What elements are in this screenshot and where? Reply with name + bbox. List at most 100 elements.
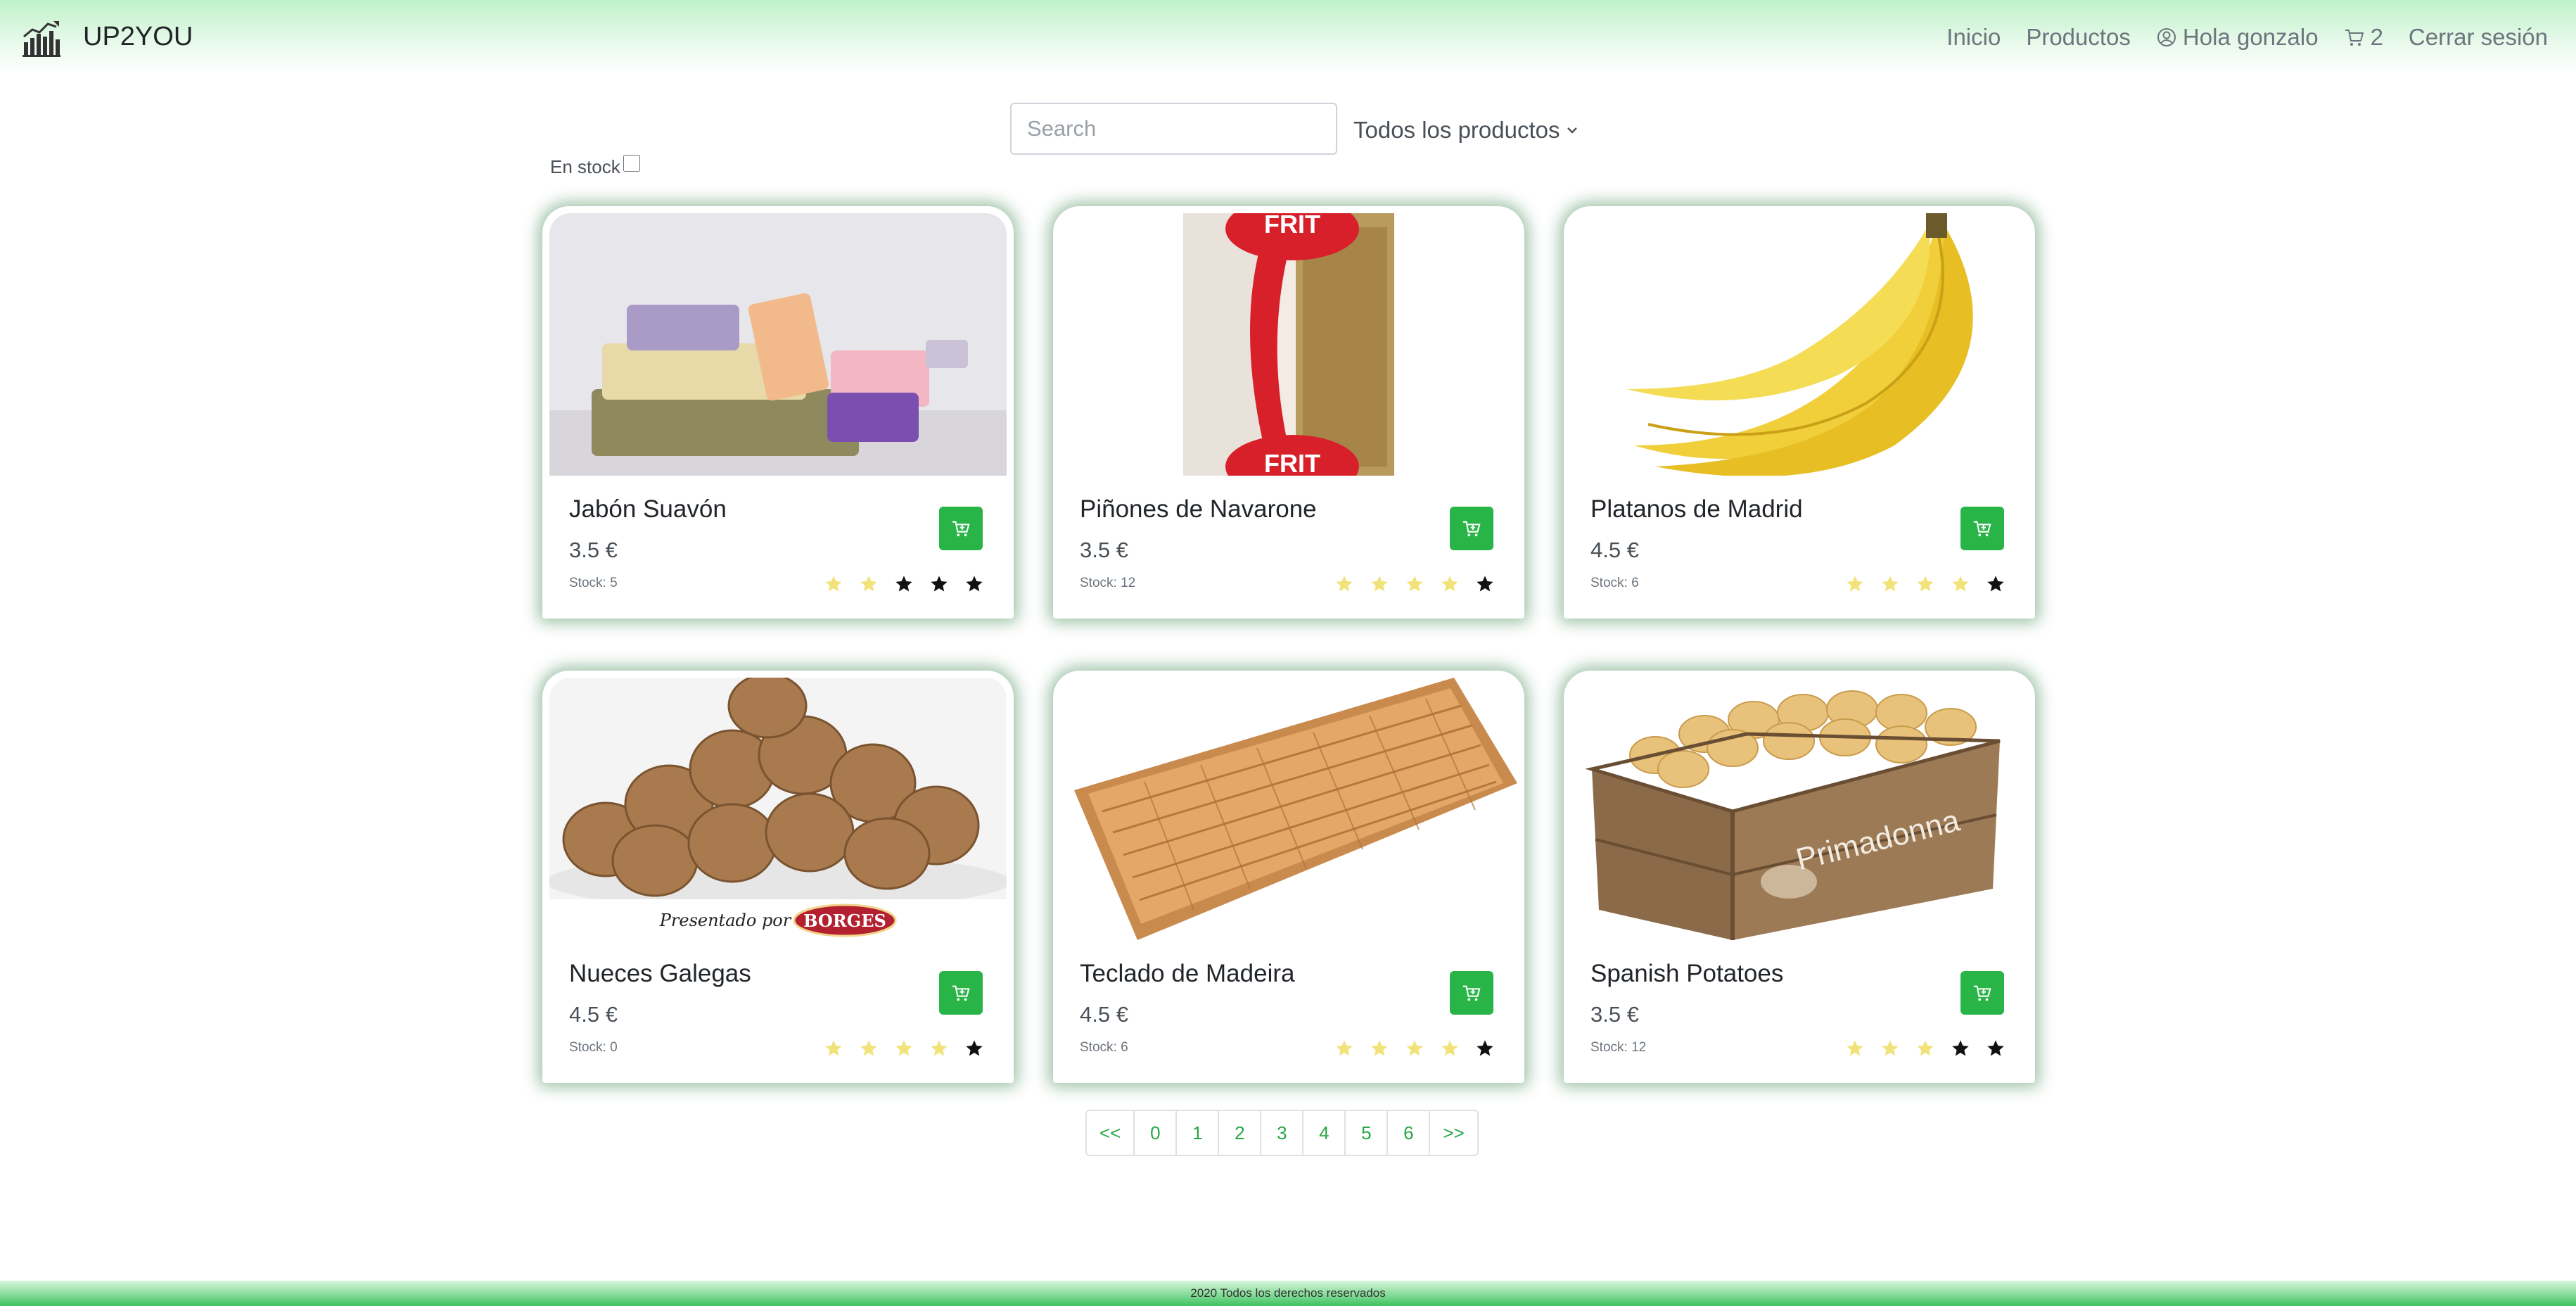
star-filled-icon[interactable] [824, 1039, 843, 1058]
star-empty-icon[interactable] [894, 574, 914, 594]
card-body: Teclado de Madeira 4.5 € Stock: 6 [1060, 940, 1517, 1076]
page-3[interactable]: 3 [1260, 1110, 1304, 1156]
star-filled-icon[interactable] [1845, 1039, 1865, 1058]
star-empty-icon[interactable] [964, 1039, 984, 1058]
card-body: Jabón Suavón 3.5 € Stock: 5 [549, 476, 1007, 611]
product-name[interactable]: Jabón Suavón [569, 495, 987, 524]
product-name[interactable]: Nueces Galegas [569, 960, 987, 988]
chevron-down-icon [1567, 127, 1577, 134]
category-dropdown-label: Todos los productos [1353, 117, 1560, 143]
product-name[interactable]: Platanos de Madrid [1590, 495, 2008, 524]
add-to-cart-button[interactable] [939, 507, 983, 550]
page-4[interactable]: 4 [1302, 1110, 1346, 1156]
category-dropdown[interactable]: Todos los productos [1353, 113, 1579, 148]
nav-user-label: Hola gonzalo [2182, 23, 2319, 50]
user-circle-icon [2157, 27, 2176, 46]
page-6[interactable]: 6 [1386, 1110, 1431, 1156]
nav-productos[interactable]: Productos [2026, 24, 2131, 51]
product-name[interactable]: Spanish Potatoes [1590, 960, 2008, 988]
card-body: Spanish Potatoes 3.5 € Stock: 12 [1571, 940, 2028, 1076]
star-filled-icon[interactable] [859, 574, 879, 594]
cart-plus-icon [1973, 985, 1991, 1001]
nav-cart[interactable]: 2 [2344, 24, 2383, 51]
star-filled-icon[interactable] [1951, 574, 1970, 594]
product-price: 3.5 € [1590, 1002, 1639, 1027]
cart-plus-icon [1462, 521, 1481, 537]
star-filled-icon[interactable] [1370, 1039, 1389, 1058]
brand[interactable]: UP2YOU [21, 17, 193, 58]
star-empty-icon[interactable] [1951, 1039, 1970, 1058]
wooden-keyboard-image [1060, 678, 1517, 940]
product-image: Primadonna [1571, 678, 2028, 940]
footer-text: 2020 Todos los derechos reservados [1190, 1286, 1386, 1300]
star-filled-icon[interactable] [1405, 574, 1424, 594]
product-name[interactable]: Teclado de Madeira [1080, 960, 1498, 988]
star-empty-icon[interactable] [1475, 1039, 1495, 1058]
svg-text:FRIT: FRIT [1264, 449, 1320, 476]
cart-plus-icon [1462, 985, 1481, 1001]
rating[interactable] [824, 1039, 984, 1058]
cart-plus-icon [952, 521, 970, 537]
card-body: Piñones de Navarone 3.5 € Stock: 12 [1060, 476, 1517, 611]
rating[interactable] [1845, 574, 2006, 594]
page-0[interactable]: 0 [1133, 1110, 1178, 1156]
product-price: 4.5 € [569, 1002, 618, 1027]
star-filled-icon[interactable] [1334, 1039, 1354, 1058]
page-last[interactable]: >> [1429, 1110, 1479, 1156]
add-to-cart-button[interactable] [1960, 507, 2004, 550]
star-empty-icon[interactable] [964, 574, 984, 594]
nav-user[interactable]: Hola gonzalo [2156, 24, 2319, 51]
product-price: 4.5 € [1590, 538, 1639, 562]
rating[interactable] [1334, 1039, 1495, 1058]
stock-filter[interactable]: En stock [550, 154, 640, 178]
footer: 2020 Todos los derechos reservados [0, 1281, 2576, 1306]
brand-name[interactable]: UP2YOU [83, 22, 193, 52]
card-body: Platanos de Madrid 4.5 € Stock: 6 [1571, 476, 2028, 611]
search-input[interactable] [1010, 103, 1337, 155]
star-filled-icon[interactable] [1915, 1039, 1935, 1058]
rating[interactable] [1334, 574, 1495, 594]
page-2[interactable]: 2 [1218, 1110, 1262, 1156]
product-card: Platanos de Madrid 4.5 € Stock: 6 [1564, 206, 2035, 619]
star-empty-icon[interactable] [1475, 574, 1495, 594]
page-first[interactable]: << [1085, 1110, 1135, 1156]
product-image [1571, 213, 2028, 476]
chart-building-icon [23, 20, 60, 57]
product-image [549, 213, 1007, 476]
star-empty-icon[interactable] [929, 574, 949, 594]
add-to-cart-button[interactable] [1450, 971, 1493, 1015]
rating[interactable] [1845, 1039, 2006, 1058]
star-filled-icon[interactable] [1880, 1039, 1900, 1058]
page-1[interactable]: 1 [1175, 1110, 1220, 1156]
add-to-cart-button[interactable] [939, 971, 983, 1015]
product-image: FRIT FRIT [1060, 213, 1517, 476]
star-filled-icon[interactable] [1440, 1039, 1460, 1058]
cart-plus-icon [1973, 521, 1991, 537]
star-filled-icon[interactable] [1915, 574, 1935, 594]
add-to-cart-button[interactable] [1450, 507, 1493, 550]
product-card: Teclado de Madeira 4.5 € Stock: 6 [1053, 671, 1524, 1083]
star-empty-icon[interactable] [1986, 574, 2006, 594]
star-filled-icon[interactable] [1440, 574, 1460, 594]
nav-inicio[interactable]: Inicio [1946, 24, 2001, 51]
star-filled-icon[interactable] [1880, 574, 1900, 594]
nav-logout[interactable]: Cerrar sesión [2409, 24, 2548, 51]
star-filled-icon[interactable] [824, 574, 843, 594]
star-filled-icon[interactable] [894, 1039, 914, 1058]
star-filled-icon[interactable] [1845, 574, 1865, 594]
walnuts-image: Presentado por BORGES [549, 678, 1007, 940]
cart-plus-icon [952, 985, 970, 1001]
page-5[interactable]: 5 [1344, 1110, 1389, 1156]
add-to-cart-button[interactable] [1960, 971, 2004, 1015]
star-empty-icon[interactable] [1986, 1039, 2006, 1058]
navbar: UP2YOU Inicio Productos Hola gonzalo 2 C… [0, 0, 2576, 74]
star-filled-icon[interactable] [859, 1039, 879, 1058]
star-filled-icon[interactable] [1334, 574, 1354, 594]
rating[interactable] [824, 574, 984, 594]
image-brand: BORGES [803, 911, 886, 931]
star-filled-icon[interactable] [929, 1039, 949, 1058]
stock-checkbox[interactable] [623, 154, 640, 172]
star-filled-icon[interactable] [1405, 1039, 1424, 1058]
star-filled-icon[interactable] [1370, 574, 1389, 594]
product-name[interactable]: Piñones de Navarone [1080, 495, 1498, 524]
